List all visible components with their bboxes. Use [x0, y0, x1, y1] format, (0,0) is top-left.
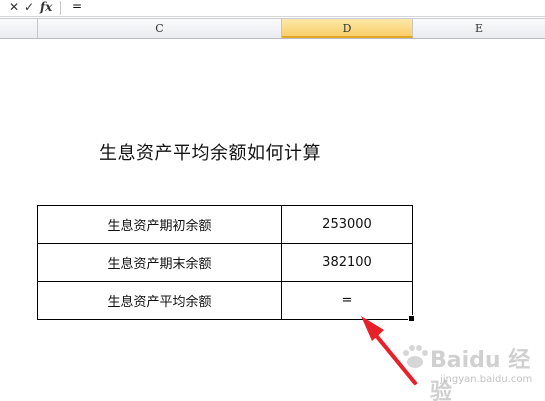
watermark-text: Baidu 经验 [430, 348, 531, 401]
cell-label[interactable]: 生息资产平均余额 [37, 281, 282, 320]
column-header-partial[interactable] [0, 19, 38, 38]
watermark-url: jingyan.baidu.com [440, 374, 533, 385]
cell-label[interactable]: 生息资产期初余额 [37, 205, 282, 244]
column-header-e[interactable]: E [413, 19, 545, 38]
formula-bar-divider [60, 1, 61, 15]
column-header-c[interactable]: C [38, 19, 282, 38]
table-row: 生息资产期末余额 382100 [37, 243, 413, 282]
data-table: 生息资产期初余额 253000 生息资产期末余额 382100 生息资产平均余额… [37, 205, 415, 322]
formula-input[interactable]: = [72, 0, 82, 14]
cell-value[interactable]: 253000 [281, 205, 413, 244]
column-header-row: C D E [0, 18, 545, 39]
spreadsheet-window: ✕ ✓ fx = C D E 生息资产平均余额如何计算 生息资产期初余额 253… [0, 0, 545, 401]
paw-logo-icon [403, 345, 428, 368]
sheet-title[interactable]: 生息资产平均余额如何计算 [99, 139, 321, 165]
table-row: 生息资产平均余额 = [37, 281, 415, 322]
cancel-icon[interactable]: ✕ [9, 0, 19, 14]
insert-function-icon[interactable]: fx [40, 0, 52, 14]
watermark: Baidu 经验 jingyan.baidu.com [400, 340, 540, 401]
formula-bar: ✕ ✓ fx = [0, 0, 545, 17]
cell-value[interactable]: 382100 [281, 243, 413, 282]
table-row: 生息资产期初余额 253000 [37, 205, 413, 244]
active-cell-value: = [341, 293, 353, 308]
enter-icon[interactable]: ✓ [24, 0, 34, 14]
column-header-d[interactable]: D [282, 19, 413, 38]
fill-handle[interactable] [408, 315, 415, 322]
cell-label[interactable]: 生息资产期末余额 [37, 243, 282, 282]
active-cell[interactable]: = [281, 281, 415, 322]
